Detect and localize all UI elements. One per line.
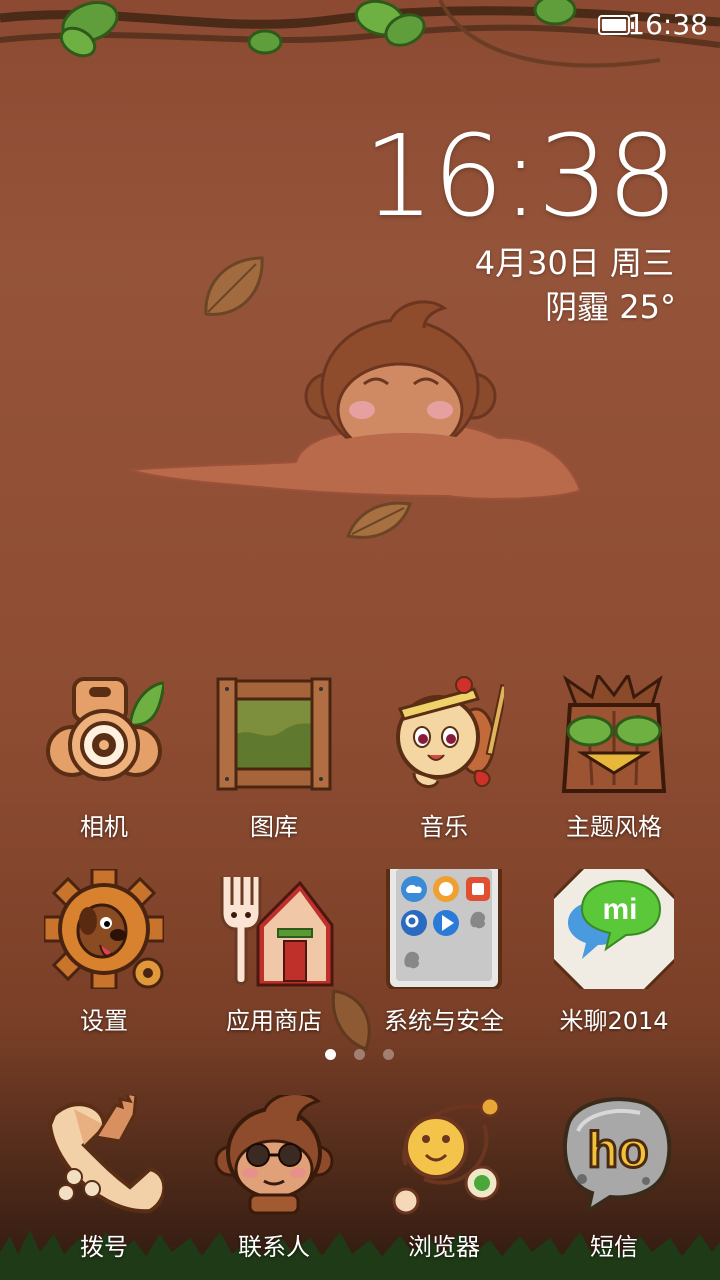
svg-text:ho: ho (587, 1122, 648, 1178)
app-label: 相机 (80, 813, 128, 841)
clock-date: 4月30日 周三 (474, 244, 674, 282)
home-screen: 16:38 16:38 4月30日 周三 阴霾 25° 相机 图库 音乐 主题风… (0, 0, 720, 1280)
dock-app-contacts[interactable]: 联系人 (189, 1095, 359, 1275)
app-label: 音乐 (420, 813, 468, 841)
svg-text:mi: mi (602, 893, 637, 926)
phone-dialer-icon (47, 1095, 164, 1214)
music-drum-girl-icon (396, 676, 504, 789)
clock-time: 16:38 (363, 112, 678, 242)
app-label: 短信 (590, 1233, 638, 1261)
monkey-cloud-wallpaper (129, 300, 582, 500)
miliao-chat-icon: mi (554, 869, 674, 989)
status-bar: 16:38 (0, 0, 720, 50)
app-store[interactable]: 应用商店 (189, 869, 359, 1049)
app-label: 浏览器 (408, 1233, 480, 1261)
sms-rock-icon: ho (563, 1097, 672, 1215)
app-label: 系统与安全 (384, 1007, 504, 1035)
app-label: 主题风格 (566, 813, 662, 841)
status-time: 16:38 (627, 8, 708, 41)
app-label: 米聊2014 (559, 1007, 669, 1035)
app-gallery[interactable]: 图库 (189, 675, 359, 855)
app-label: 设置 (80, 1007, 128, 1035)
page-dot-active[interactable] (325, 1049, 336, 1060)
dock-app-browser[interactable]: 浏览器 (359, 1095, 529, 1275)
dock-app-dialer[interactable]: 拨号 (19, 1095, 189, 1275)
gallery-frame-icon (216, 677, 332, 791)
battery-full-icon (598, 15, 634, 35)
theme-tree-stump-icon (561, 675, 667, 793)
app-label: 联系人 (238, 1233, 310, 1261)
page-dot[interactable] (354, 1049, 365, 1060)
page-dot[interactable] (383, 1049, 394, 1060)
camera-icon (46, 677, 164, 781)
dock-app-sms[interactable]: ho 短信 (529, 1095, 699, 1275)
app-camera[interactable]: 相机 (19, 675, 189, 855)
app-label: 图库 (250, 813, 298, 841)
app-theme[interactable]: 主题风格 (529, 675, 699, 855)
app-store-house-icon (220, 877, 334, 987)
system-folder-icon (386, 869, 502, 989)
browser-planet-icon (392, 1096, 501, 1215)
app-settings[interactable]: 设置 (19, 869, 189, 1049)
app-system-folder[interactable]: 系统与安全 (359, 869, 529, 1049)
settings-gear-dog-icon (44, 869, 164, 989)
page-indicator[interactable] (318, 1049, 402, 1061)
contacts-monkey-icon (214, 1095, 334, 1215)
app-label: 拨号 (80, 1233, 128, 1261)
app-label: 应用商店 (226, 1007, 322, 1035)
app-music[interactable]: 音乐 (359, 675, 529, 855)
weather-info: 阴霾 25° (545, 288, 676, 326)
app-miliao[interactable]: mi 米聊2014 (529, 869, 699, 1049)
